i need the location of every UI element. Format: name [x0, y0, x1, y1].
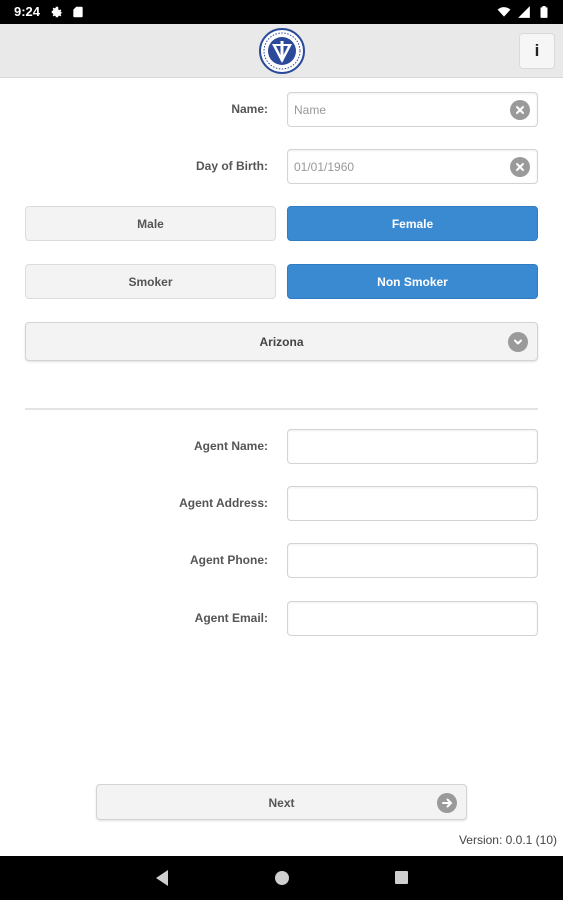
clear-dob-icon[interactable]	[510, 157, 530, 177]
system-nav-bar	[0, 856, 563, 900]
chevron-down-icon	[508, 332, 528, 352]
agent-phone-label: Agent Phone:	[190, 553, 268, 567]
home-icon[interactable]	[275, 871, 289, 885]
status-time: 9:24	[14, 4, 41, 19]
agent-phone-field[interactable]	[287, 543, 538, 578]
name-label: Name:	[231, 102, 268, 116]
agent-name-label: Agent Name:	[193, 439, 268, 453]
sd-card-icon	[73, 6, 83, 18]
agent-phone-input[interactable]	[288, 544, 498, 577]
clear-name-icon[interactable]	[510, 100, 530, 120]
agent-address-label: Agent Address:	[179, 496, 268, 510]
name-field[interactable]	[287, 92, 538, 127]
gender-female-button[interactable]: Female	[287, 206, 538, 241]
agent-name-input[interactable]	[288, 430, 498, 463]
smoker-button[interactable]: Smoker	[25, 264, 276, 299]
status-bar: 9:24	[0, 0, 563, 24]
name-input[interactable]	[288, 93, 498, 126]
section-divider	[25, 408, 538, 410]
seal-logo	[259, 28, 305, 74]
wifi-icon	[497, 7, 511, 17]
back-icon[interactable]	[154, 869, 170, 887]
state-select-value: Arizona	[259, 335, 304, 349]
state-select[interactable]: Arizona	[25, 322, 538, 361]
app-header: i	[0, 24, 563, 78]
next-button[interactable]: Next	[96, 784, 467, 820]
version-text: Version: 0.0.1 (10)	[458, 833, 557, 847]
settings-icon	[51, 6, 63, 18]
arrow-right-icon	[437, 793, 457, 813]
agent-name-field[interactable]	[287, 429, 538, 464]
non-smoker-button[interactable]: Non Smoker	[287, 264, 538, 299]
agent-email-label: Agent Email:	[194, 611, 268, 625]
gender-male-button[interactable]: Male	[25, 206, 276, 241]
dob-input[interactable]	[288, 150, 498, 183]
dob-field[interactable]	[287, 149, 538, 184]
agent-email-input[interactable]	[288, 602, 498, 635]
signal-icon	[518, 6, 530, 18]
agent-email-field[interactable]	[287, 601, 538, 636]
agent-address-field[interactable]	[287, 486, 538, 521]
battery-icon	[540, 6, 548, 18]
dob-label: Day of Birth:	[196, 159, 268, 173]
recents-icon[interactable]	[395, 871, 408, 884]
agent-address-input[interactable]	[288, 487, 498, 520]
next-label: Next	[268, 796, 295, 810]
info-button[interactable]: i	[519, 33, 555, 69]
